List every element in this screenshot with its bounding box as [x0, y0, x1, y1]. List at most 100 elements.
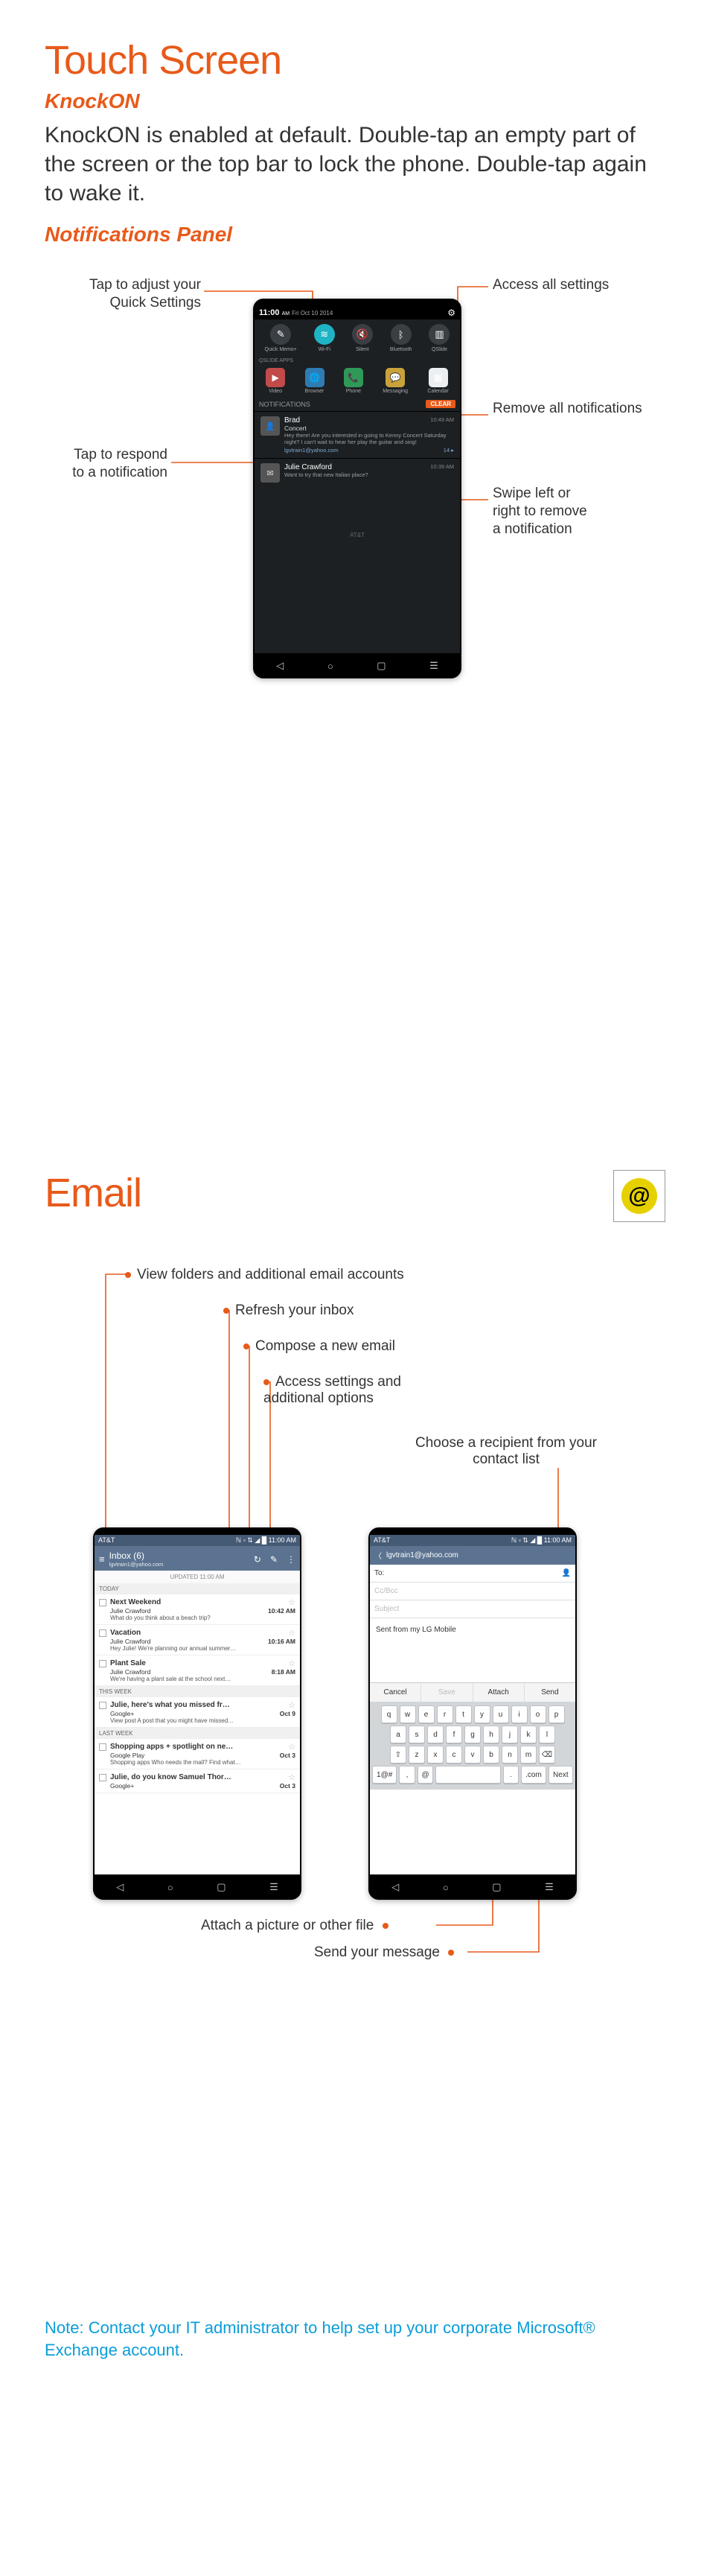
- compose-status-icons: ℕ ▫ ⇅ ◢ █ 11:00 AM: [511, 1536, 572, 1545]
- label-refresh: Refresh your inbox: [235, 1303, 354, 1318]
- compose-icon[interactable]: ✎: [270, 1554, 278, 1565]
- callout-respond: Tap to respond to a notification: [71, 446, 167, 482]
- qs-bluetooth[interactable]: ᛒBluetooth: [390, 324, 412, 352]
- android-navbar-inbox[interactable]: ◁○▢☰: [95, 1876, 300, 1898]
- key[interactable]: m: [520, 1746, 537, 1764]
- to-field[interactable]: To: 👤: [370, 1565, 575, 1583]
- email-row[interactable]: Vacation☆Julie Crawford10:16 AMHey Julie…: [95, 1625, 300, 1656]
- contact-picker-icon[interactable]: 👤: [562, 1569, 571, 1577]
- keyboard[interactable]: qwertyuiop asdfghjkl ⇧zxcvbnm⌫ 1@#,@..comNe…: [370, 1702, 575, 1790]
- subject-field[interactable]: Subject: [370, 1600, 575, 1618]
- key[interactable]: d: [427, 1726, 444, 1743]
- statusbar-time: 11:00 AM Fri Oct 10 2014: [259, 308, 333, 317]
- compose-body[interactable]: Sent from my LG Mobile: [370, 1618, 575, 1682]
- label-recipient: Choose a recipient from your contact lis…: [409, 1435, 603, 1468]
- compose-account: lgvtrain1@yahoo.com: [386, 1551, 458, 1559]
- refresh-icon[interactable]: ↻: [254, 1554, 261, 1565]
- compose-carrier: AT&T: [374, 1536, 390, 1545]
- email-row[interactable]: Julie, here's what you missed fr…☆Google…: [95, 1697, 300, 1728]
- key[interactable]: l: [539, 1726, 555, 1743]
- key[interactable]: n: [502, 1746, 518, 1764]
- qs-wi-fi[interactable]: ≋Wi-Fi: [314, 324, 335, 352]
- day-header: TODAY: [95, 1583, 300, 1594]
- nav-home-icon[interactable]: ○: [327, 661, 333, 672]
- key-space[interactable]: [435, 1766, 501, 1784]
- key[interactable]: a: [390, 1726, 406, 1743]
- key[interactable]: k: [520, 1726, 537, 1743]
- qs-silent[interactable]: 🔇Silent: [352, 324, 373, 352]
- quick-settings-row[interactable]: ✎Quick Memo+ ≋Wi-Fi 🔇Silent ᛒBluetooth ▥QSli…: [255, 319, 460, 357]
- key[interactable]: y: [474, 1705, 490, 1723]
- label-send: Send your message: [314, 1944, 440, 1960]
- app-video[interactable]: ▶Video: [266, 368, 285, 394]
- email-row[interactable]: Plant Sale☆Julie Crawford8:18 AMWe're ha…: [95, 1656, 300, 1686]
- key[interactable]: e: [418, 1705, 435, 1723]
- key[interactable]: s: [409, 1726, 425, 1743]
- nav-menu-icon[interactable]: ☰: [429, 660, 438, 672]
- exchange-note: Note: Contact your IT administrator to h…: [45, 2317, 665, 2361]
- phone-compose: AT&T ℕ ▫ ⇅ ◢ █ 11:00 AM 〈 lgvtrain1@yaho…: [368, 1527, 577, 1900]
- notifications-panel-heading: Notifications Panel: [45, 223, 665, 247]
- nav-recent-icon[interactable]: ▢: [377, 660, 386, 672]
- email-row[interactable]: Next Weekend☆Julie Crawford10:42 AMWhat …: [95, 1594, 300, 1625]
- app-messaging[interactable]: 💬Messaging: [383, 368, 408, 394]
- qs-quick-memo-[interactable]: ✎Quick Memo+: [265, 324, 297, 352]
- key[interactable]: ,: [399, 1766, 415, 1784]
- key[interactable]: g: [464, 1726, 481, 1743]
- overflow-icon[interactable]: ⋮: [287, 1554, 295, 1565]
- key[interactable]: h: [483, 1726, 499, 1743]
- clear-button[interactable]: CLEAR: [426, 400, 455, 408]
- notification-list: 👤Brad10:49 AMConcertHey there! Are you i…: [255, 411, 460, 487]
- phone-notifications-panel: 11:00 AM Fri Oct 10 2014 ⚙ ✎Quick Memo+ ≋…: [253, 299, 461, 678]
- cc-bcc-field[interactable]: Cc/Bcc: [370, 1583, 575, 1600]
- key[interactable]: @: [418, 1766, 433, 1784]
- updated-label: UPDATED 11:00 AM: [95, 1571, 300, 1583]
- callout-remove-all: Remove all notifications: [493, 400, 642, 418]
- nav-back-icon[interactable]: ◁: [276, 660, 284, 672]
- key[interactable]: ⇧: [390, 1746, 406, 1764]
- key[interactable]: u: [493, 1705, 509, 1723]
- key[interactable]: .com: [521, 1766, 546, 1784]
- key[interactable]: w: [400, 1705, 416, 1723]
- phone-inbox: AT&T ℕ ▫ ⇅ ◢ █ 11:00 AM ≡ Inbox (6) lgvt…: [93, 1527, 301, 1900]
- inbox-title: Inbox (6): [109, 1551, 245, 1561]
- key[interactable]: r: [437, 1705, 453, 1723]
- app-phone[interactable]: 📞Phone: [344, 368, 363, 394]
- key[interactable]: f: [446, 1726, 462, 1743]
- send-button[interactable]: Send: [524, 1683, 575, 1702]
- attach-button[interactable]: Attach: [473, 1683, 524, 1702]
- key[interactable]: j: [502, 1726, 518, 1743]
- key[interactable]: z: [409, 1746, 425, 1764]
- qs-qslide[interactable]: ▥QSlide: [429, 324, 450, 352]
- app-calendar[interactable]: ▦Calendar: [427, 368, 448, 394]
- key[interactable]: q: [381, 1705, 397, 1723]
- settings-gear-icon[interactable]: ⚙: [447, 308, 455, 318]
- hamburger-icon[interactable]: ≡: [99, 1553, 105, 1565]
- key[interactable]: b: [483, 1746, 499, 1764]
- android-navbar-compose[interactable]: ◁○▢☰: [370, 1876, 575, 1898]
- key[interactable]: c: [446, 1746, 462, 1764]
- key[interactable]: v: [464, 1746, 481, 1764]
- key[interactable]: ⌫: [539, 1746, 555, 1764]
- key[interactable]: t: [455, 1705, 472, 1723]
- key[interactable]: 1@#: [372, 1766, 397, 1784]
- key[interactable]: o: [530, 1705, 546, 1723]
- key[interactable]: Next: [549, 1766, 573, 1784]
- cancel-button[interactable]: Cancel: [370, 1683, 420, 1702]
- email-row[interactable]: Julie, do you know Samuel Thor…☆Google+O…: [95, 1769, 300, 1793]
- back-icon[interactable]: 〈: [374, 1550, 382, 1561]
- key[interactable]: x: [427, 1746, 444, 1764]
- key[interactable]: i: [511, 1705, 528, 1723]
- key[interactable]: .: [503, 1766, 519, 1784]
- email-row[interactable]: Shopping apps + spotlight on ne…☆Google …: [95, 1739, 300, 1769]
- android-navbar[interactable]: ◁ ○ ▢ ☰: [255, 655, 460, 677]
- notification-item[interactable]: ✉Julie Crawford10:39 AMWant to try that …: [255, 458, 460, 487]
- touchscreen-title: Touch Screen: [45, 37, 665, 83]
- key[interactable]: p: [549, 1705, 565, 1723]
- notification-item[interactable]: 👤Brad10:49 AMConcertHey there! Are you i…: [255, 411, 460, 458]
- day-header: THIS WEEK: [95, 1686, 300, 1697]
- knockon-heading: KnockON: [45, 89, 665, 113]
- callout-quick-settings: Tap to adjust your Quick Settings: [67, 276, 201, 312]
- save-button[interactable]: Save: [420, 1683, 472, 1702]
- app-browser[interactable]: 🌐Browser: [305, 368, 324, 394]
